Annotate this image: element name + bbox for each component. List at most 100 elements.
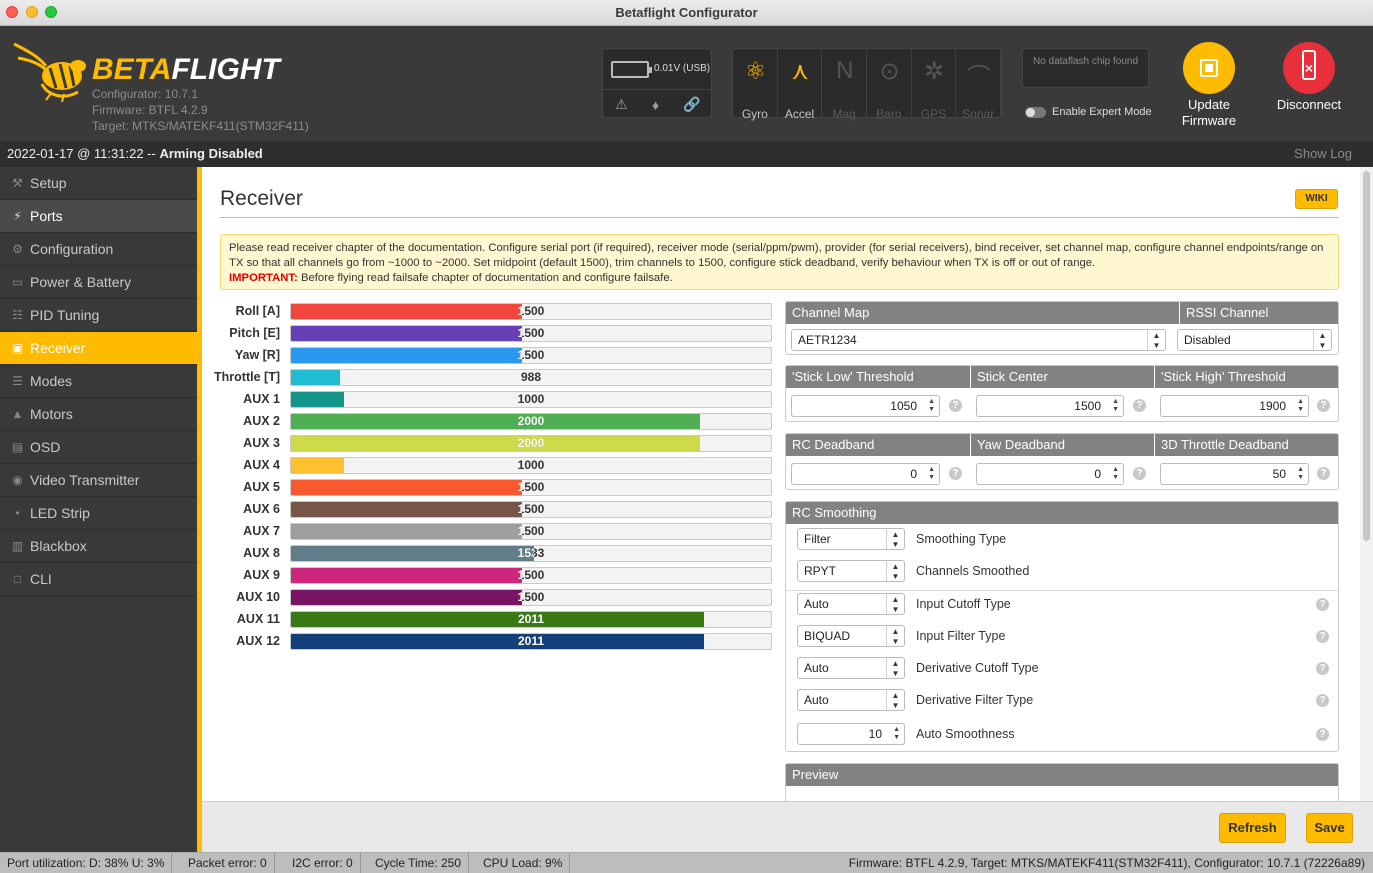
stick-center-input[interactable]: 1500 ▲ ▼	[976, 395, 1124, 417]
channel-value-inverse: 1000	[291, 392, 344, 407]
throttle3d-deadband-input[interactable]: 50 ▲ ▼	[1160, 463, 1309, 485]
sidebar-item-power-battery[interactable]: ▭ Power & Battery	[0, 266, 197, 299]
smoothing-select-input-filter-type[interactable]: BIQUAD ▲ ▼	[797, 625, 905, 647]
sidebar-item-cli[interactable]: □ CLI	[0, 563, 197, 596]
note-failsafe-text: Before flying read failsafe chapter of d…	[300, 272, 673, 284]
channel-bar: 15001500	[290, 347, 772, 364]
channel-bar: 15331533	[290, 545, 772, 562]
channel-value-inverse: 1500	[291, 326, 522, 341]
expert-mode-toggle[interactable]: Enable Expert Mode	[1025, 106, 1152, 118]
save-button[interactable]: Save	[1306, 813, 1353, 843]
content-scrollbar[interactable]	[1360, 167, 1373, 801]
deadband-box: RC Deadband Yaw Deadband 3D Throttle Dea…	[785, 433, 1339, 490]
sensor-label: Gyro	[741, 107, 768, 121]
stick-center-help-icon[interactable]: ?	[1133, 399, 1146, 412]
channel-bar: 15001500	[290, 523, 772, 540]
channel-value-overlay: 1500	[291, 502, 522, 517]
channel-value-overlay: 1500	[291, 326, 522, 341]
battery-voltage: 0.01V (USB)	[654, 63, 711, 74]
sidebar-item-setup[interactable]: ⚒ Setup	[0, 167, 197, 200]
stick-high-input[interactable]: 1900 ▲ ▼	[1160, 395, 1309, 417]
cpu-load: CPU Load: 9%	[476, 853, 571, 873]
channel-value-inverse: 1500	[291, 480, 522, 495]
smoothing-select-derivative-cutoff-type[interactable]: Auto ▲ ▼	[797, 657, 905, 679]
sidebar-item-configuration[interactable]: ⚙ Configuration	[0, 233, 197, 266]
channel-value-inverse: 2000	[517, 436, 545, 450]
sidebar-item-osd[interactable]: ▤ OSD	[0, 431, 197, 464]
sidebar-item-pid-tuning[interactable]: ☷ PID Tuning	[0, 299, 197, 332]
sidebar-item-label: PID Tuning	[30, 306, 100, 323]
channel-value-inverse: 2011	[517, 612, 545, 626]
rc-deadband-help-icon[interactable]: ?	[949, 467, 962, 480]
disconnect-button[interactable]: × Disconnect	[1276, 42, 1342, 113]
status-timestamp: 2022-01-17 @ 11:31:22 --	[7, 146, 156, 161]
battery-status-box: 0.01V (USB) ⚠ ♦ 🔗	[602, 48, 713, 118]
yaw-deadband-help-icon[interactable]: ?	[1133, 467, 1146, 480]
stick-low-help-icon[interactable]: ?	[949, 399, 962, 412]
firmware-info: Firmware: BTFL 4.2.9, Target: MTKS/MATEK…	[848, 856, 1365, 870]
yaw-deadband-input[interactable]: 0 ▲ ▼	[976, 463, 1124, 485]
channel-map-select[interactable]: AETR1234 ▲ ▼	[791, 329, 1166, 351]
help-icon[interactable]: ?	[1316, 598, 1329, 611]
channel-label: Yaw [R]	[234, 348, 280, 362]
channel-value-overlay: 1000	[291, 458, 344, 473]
smoothing-select-input-cutoff-type[interactable]: Auto ▲ ▼	[797, 593, 905, 615]
mag-icon: N	[836, 57, 854, 84]
channel-bar: 15001500	[290, 501, 772, 518]
firmware-version: Firmware: BTFL 4.2.9	[92, 103, 208, 117]
refresh-button[interactable]: Refresh	[1219, 813, 1286, 843]
rssi-channel-select[interactable]: Disabled ▲ ▼	[1177, 329, 1332, 351]
smoothing-select-channels-smoothed[interactable]: RPYT ▲ ▼	[797, 560, 905, 582]
sidebar-item-receiver[interactable]: ▣ Receiver	[0, 332, 197, 365]
auto-smoothness-input[interactable]: 10 ▲ ▼	[797, 723, 905, 745]
throttle3d-deadband-help-icon[interactable]: ?	[1317, 467, 1330, 480]
help-icon[interactable]: ?	[1316, 662, 1329, 675]
battery-icon	[611, 61, 652, 78]
sidebar-item-blackbox[interactable]: ▥ Blackbox	[0, 530, 197, 563]
stick-high-help-icon[interactable]: ?	[1317, 399, 1330, 412]
sidebar-item-ports[interactable]: ⚡ Ports	[0, 200, 197, 233]
scrollbar-thumb[interactable]	[1363, 171, 1370, 541]
smoothing-select-derivative-filter-type[interactable]: Auto ▲ ▼	[797, 689, 905, 711]
help-icon[interactable]: ?	[1316, 630, 1329, 643]
channel-value-overlay: 1500	[291, 524, 522, 539]
minimize-window-button[interactable]	[26, 6, 38, 18]
wiki-button[interactable]: WIKI	[1295, 189, 1338, 209]
sidebar-item-video-transmitter[interactable]: ◉ Video Transmitter	[0, 464, 197, 497]
bottom-status-bar: Port utilization: D: 38% U: 3% Packet er…	[0, 852, 1373, 873]
auto-smoothness-help-icon[interactable]: ?	[1316, 728, 1329, 741]
channel-value-inverse: 1500	[291, 502, 522, 517]
wrench-icon: ⚒	[12, 175, 23, 190]
motor-icon: ▲	[11, 406, 24, 421]
update-firmware-button[interactable]: Update Firmware	[1178, 42, 1240, 129]
channel-value-overlay: 2000	[291, 414, 700, 429]
stick-high-header: 'Stick High' Threshold	[1154, 366, 1286, 388]
expert-mode-switch[interactable]	[1025, 106, 1046, 118]
sidebar-item-modes[interactable]: ☰ Modes	[0, 365, 197, 398]
arming-state: Arming Disabled	[159, 146, 263, 161]
smoothing-select-smoothing-type[interactable]: Filter ▲ ▼	[797, 528, 905, 550]
channel-value-overlay: 1500	[291, 348, 522, 363]
channel-value-overlay: 1500	[291, 480, 522, 495]
betaflight-bee-logo	[13, 42, 86, 102]
receiver-note: Please read receiver chapter of the docu…	[220, 234, 1339, 290]
channel-value-overlay: 1500	[291, 568, 522, 583]
channel-label: AUX 10	[236, 590, 280, 604]
channel-label: AUX 5	[243, 480, 280, 494]
sidebar-item-label: Modes	[30, 372, 73, 389]
show-log-link[interactable]: Show Log	[1294, 141, 1352, 167]
gear-icon: ⚙	[12, 241, 23, 256]
help-icon[interactable]: ?	[1316, 694, 1329, 707]
close-window-button[interactable]	[6, 6, 18, 18]
dataflash-status: No dataflash chip found	[1022, 48, 1149, 88]
channel-value-overlay: 2011	[291, 634, 704, 649]
sidebar-item-led-strip[interactable]: • LED Strip	[0, 497, 197, 530]
sidebar-item-motors[interactable]: ▲ Motors	[0, 398, 197, 431]
channel-bar: 15001500	[290, 567, 772, 584]
channel-label: AUX 4	[243, 458, 280, 472]
stick-low-input[interactable]: 1050 ▲ ▼	[791, 395, 940, 417]
channel-value: 988	[520, 370, 542, 384]
zoom-window-button[interactable]	[45, 6, 57, 18]
port-utilization: Port utilization: D: 38% U: 3%	[0, 853, 173, 873]
rc-deadband-input[interactable]: 0 ▲ ▼	[791, 463, 940, 485]
